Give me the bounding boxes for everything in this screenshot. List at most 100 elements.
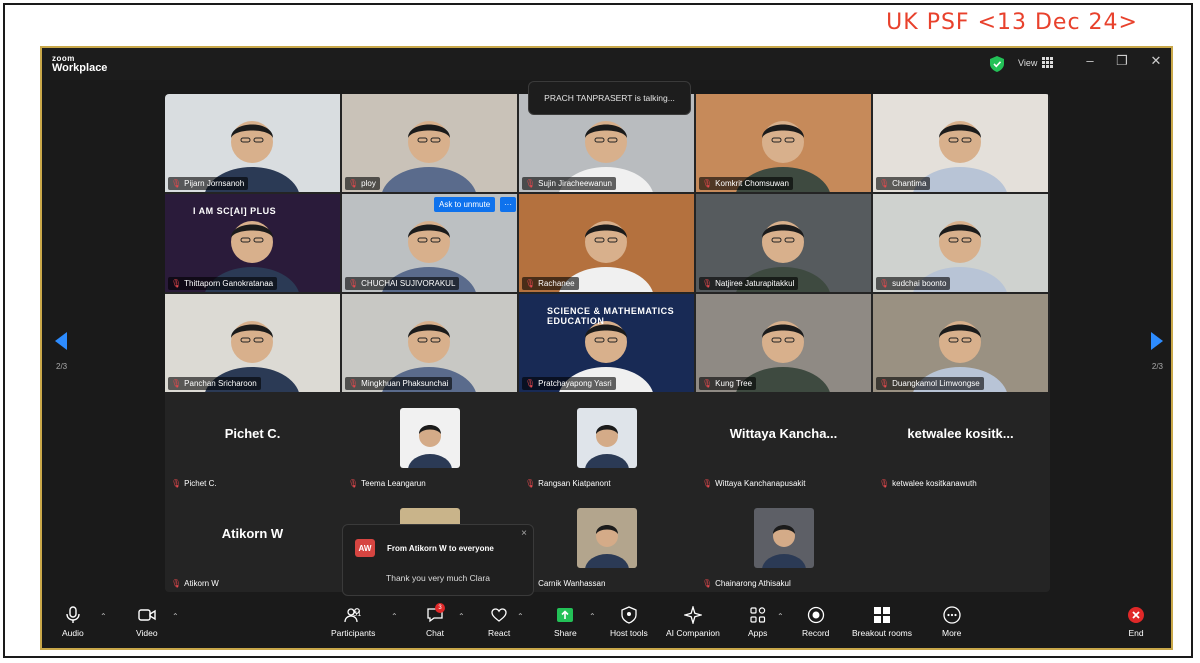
- video-tile[interactable]: 🎙︎ Mingkhuan Phaksunchai: [342, 294, 517, 392]
- mic-muted-icon: 🎙︎: [525, 479, 536, 488]
- mic-muted-icon: 🎙︎: [171, 479, 182, 488]
- end-call-icon: [1128, 607, 1144, 623]
- participant-name: Teema Leangarun: [361, 479, 426, 488]
- mic-muted-icon: 🎙︎: [879, 379, 890, 388]
- avatar-tile[interactable]: ketwalee kositk... 🎙︎ ketwalee kositkanawu…: [873, 394, 1048, 492]
- audio-button[interactable]: Audio: [62, 606, 84, 638]
- ai-companion-label: AI Companion: [666, 628, 720, 638]
- workplace-logo: Workplace: [52, 62, 108, 74]
- mic-muted-icon: 🎙︎: [525, 279, 536, 288]
- mic-muted-icon: 🎙︎: [171, 579, 182, 588]
- ai-companion-button[interactable]: AI Companion: [666, 606, 720, 638]
- video-tile[interactable]: 🎙︎ sudchai boonto: [873, 194, 1048, 292]
- chat-button[interactable]: 3 Chat: [426, 603, 445, 638]
- participant-name-tag: 🎙︎ Panchan Sricharoon: [168, 377, 261, 390]
- previous-page-arrow-icon[interactable]: [55, 332, 67, 350]
- video-tile[interactable]: 🎙︎ Duangkamol Limwongse: [873, 294, 1048, 392]
- host-tools-button[interactable]: Host tools: [610, 606, 648, 638]
- profile-person-icon: [408, 425, 452, 468]
- participant-name: ketwalee kositkanawuth: [892, 479, 977, 488]
- chat-options-caret-icon[interactable]: ⌃: [458, 612, 465, 621]
- record-label: Record: [802, 628, 830, 638]
- video-tile[interactable]: 🎙︎ Panchan Sricharoon: [165, 294, 340, 392]
- chat-label: Chat: [426, 628, 444, 638]
- react-options-caret-icon[interactable]: ⌃: [517, 612, 524, 621]
- video-tile[interactable]: 🎙︎ Natjiree Jaturapitakkul: [696, 194, 871, 292]
- mic-muted-icon: 🎙︎: [348, 479, 359, 488]
- mic-muted-icon: 🎙︎: [879, 179, 890, 188]
- tile-more-options-button[interactable]: ···: [500, 197, 516, 212]
- video-tile[interactable]: 🎙︎ ploy: [342, 94, 517, 192]
- restore-button[interactable]: ❐: [1112, 53, 1132, 69]
- participant-name-tag: 🎙︎ CHUCHAI SUJIVORAKUL: [345, 277, 460, 290]
- participant-name: Rangsan Kiatpanont: [538, 479, 611, 488]
- sparkle-icon: [683, 606, 702, 624]
- audio-options-caret-icon[interactable]: ⌃: [100, 612, 107, 621]
- more-button[interactable]: More: [942, 606, 961, 638]
- more-label: More: [942, 628, 962, 638]
- participant-name: Chantima: [892, 179, 927, 188]
- chat-close-icon[interactable]: ×: [521, 528, 527, 539]
- participant-name-tag: 🎙︎ Mingkhuan Phaksunchai: [345, 377, 453, 390]
- participants-label: Participants: [331, 628, 376, 638]
- close-button[interactable]: ✕: [1146, 53, 1166, 69]
- participant-name: Chainarong Athisakul: [715, 579, 791, 588]
- view-button[interactable]: View: [1018, 57, 1054, 68]
- participant-name-tag: 🎙︎ Natjiree Jaturapitakkul: [699, 277, 799, 290]
- end-meeting-button[interactable]: End: [1127, 606, 1145, 638]
- encryption-shield-icon[interactable]: [990, 56, 1004, 72]
- next-page-arrow-icon[interactable]: [1151, 332, 1163, 350]
- video-tile[interactable]: 🎙︎ Pijarn Jornsanoh: [165, 94, 340, 192]
- participant-name: Pichet C.: [184, 479, 217, 488]
- video-tile[interactable]: 🎙︎ Komkrit Chomsuwan: [696, 94, 871, 192]
- record-button[interactable]: Record: [802, 606, 829, 638]
- virtual-background-banner: SCIENCE & MATHEMATICS EDUCATION: [547, 306, 675, 326]
- apps-label: Apps: [748, 628, 768, 638]
- share-options-caret-icon[interactable]: ⌃: [589, 612, 596, 621]
- avatar-tile[interactable]: 🎙︎ Rangsan Kiatpanont: [519, 394, 694, 492]
- participant-name-tag: 🎙︎ ketwalee kositkanawuth: [876, 477, 981, 490]
- participant-name: Pijarn Jornsanoh: [184, 179, 245, 188]
- profile-person-icon: [585, 525, 629, 568]
- breakout-rooms-button[interactable]: Breakout rooms: [852, 606, 912, 638]
- video-tile[interactable]: I AM SC[AI] PLUS 🎙︎ Thittaporn Ganokratana…: [165, 194, 340, 292]
- participants-options-caret-icon[interactable]: ⌃: [391, 612, 398, 621]
- mic-muted-icon: 🎙︎: [171, 379, 182, 388]
- ask-to-unmute-button[interactable]: Ask to unmute: [434, 197, 496, 212]
- avatar-tile[interactable]: 🎙︎ Chainarong Athisakul: [696, 494, 871, 592]
- minimize-button[interactable]: –: [1080, 53, 1100, 68]
- breakout-rooms-icon: [874, 607, 890, 623]
- participant-name-tag: 🎙︎ Pichet C.: [168, 477, 221, 490]
- avatar-tile[interactable]: Atikorn W 🎙︎ Atikorn W: [165, 494, 340, 592]
- display-name-large: Wittaya Kancha...: [729, 426, 838, 441]
- audio-label: Audio: [62, 628, 84, 638]
- video-tile[interactable]: 🎙︎ Chantima: [873, 94, 1048, 192]
- microphone-icon: [66, 606, 80, 623]
- avatar-tile[interactable]: 🎙︎Carnik Wanhassan: [519, 494, 694, 592]
- participant-name-tag: 🎙︎ sudchai boonto: [876, 277, 951, 290]
- chat-notification[interactable]: AW From Atikorn W to everyone Thank you …: [342, 524, 534, 596]
- avatar-tile[interactable]: 🎙︎ Teema Leangarun: [342, 394, 517, 492]
- participants-button[interactable]: 51 Participants: [331, 606, 375, 638]
- participant-name-tag: 🎙︎ Rangsan Kiatpanont: [522, 477, 615, 490]
- react-button[interactable]: React: [488, 606, 510, 638]
- video-tile[interactable]: SCIENCE & MATHEMATICS EDUCATION 🎙︎ Pratcha…: [519, 294, 694, 392]
- mic-muted-icon: 🎙︎: [171, 279, 182, 288]
- apps-button[interactable]: Apps: [748, 606, 767, 638]
- video-button[interactable]: Video: [136, 606, 158, 638]
- mic-muted-icon: 🎙︎: [348, 279, 359, 288]
- avatar-tile[interactable]: Pichet C. 🎙︎ Pichet C.: [165, 394, 340, 492]
- title-bar: zoom Workplace View – ❐ ✕: [42, 48, 1171, 80]
- participant-name-tag: 🎙︎ Komkrit Chomsuwan: [699, 177, 793, 190]
- video-tile[interactable]: 🎙︎ Kung Tree: [696, 294, 871, 392]
- video-options-caret-icon[interactable]: ⌃: [172, 612, 179, 621]
- gallery-grid: 🎙︎ Pijarn Jornsanoh 🎙︎ ploy 🎙︎ Sujin Jirach…: [165, 94, 1050, 592]
- mic-muted-icon: 🎙︎: [702, 579, 713, 588]
- share-button[interactable]: Share: [554, 606, 577, 638]
- end-label: End: [1128, 628, 1144, 638]
- avatar-tile[interactable]: Wittaya Kancha... 🎙︎ Wittaya Kanchanapusak…: [696, 394, 871, 492]
- apps-options-caret-icon[interactable]: ⌃: [777, 612, 784, 621]
- video-tile[interactable]: 🎙︎ Rachanee: [519, 194, 694, 292]
- sender-avatar: AW: [355, 539, 375, 557]
- participant-name: Kung Tree: [715, 379, 753, 388]
